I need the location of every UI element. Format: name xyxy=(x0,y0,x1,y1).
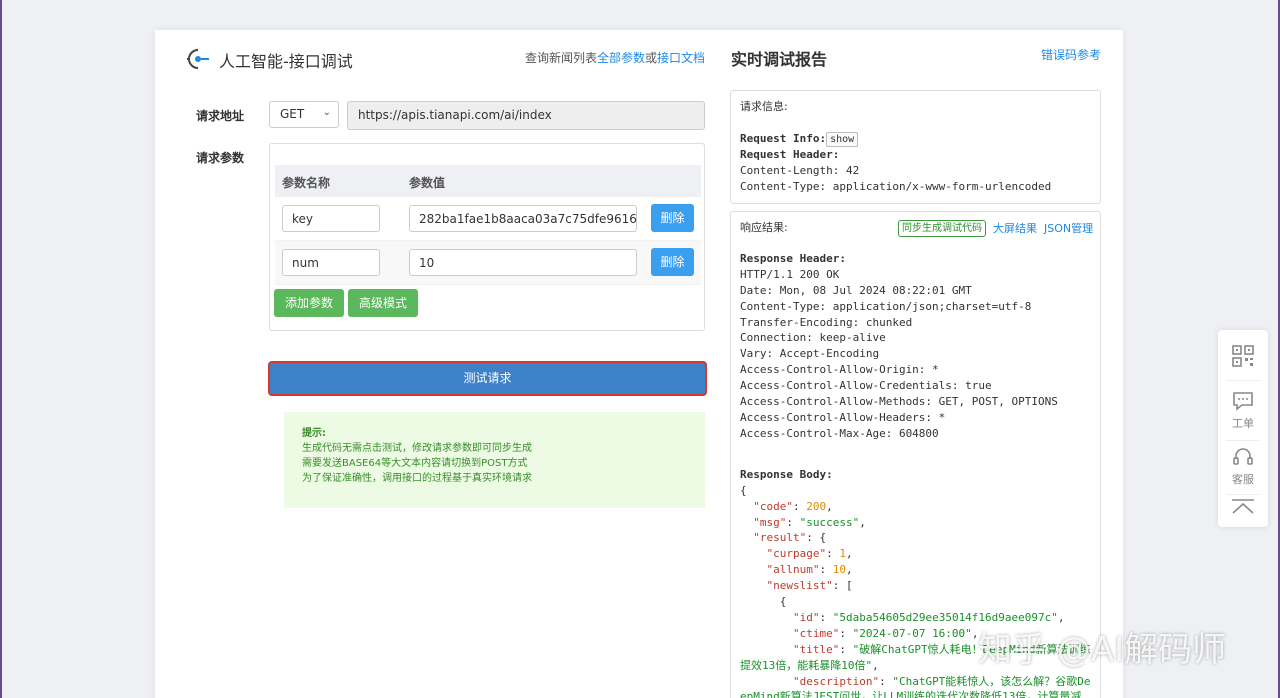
qrcode-button[interactable] xyxy=(1218,344,1268,371)
method-select[interactable]: GET ⌄ xyxy=(269,101,339,128)
side-divider xyxy=(1226,494,1260,495)
json-line: "allnum": 10, xyxy=(766,563,853,577)
request-info-key: Request Info: xyxy=(740,132,827,145)
response-body-label: Response Body: xyxy=(740,467,833,481)
json-line: "code": 200, xyxy=(753,499,833,513)
delete-param-button[interactable]: 删除 xyxy=(651,204,694,232)
watermark: 知乎 @AI解码师 xyxy=(978,630,1227,670)
response-header-line: Access-Control-Allow-Origin: * xyxy=(740,363,939,377)
json-line: { xyxy=(740,483,747,497)
qrcode-icon xyxy=(1232,345,1254,367)
back-to-top-icon xyxy=(1232,499,1254,514)
tip-line: 需要发送BASE64等大文本内容请切换到POST方式 xyxy=(302,458,528,469)
side-divider xyxy=(1226,440,1260,441)
response-header-label: Response Header: xyxy=(740,251,846,265)
show-button[interactable]: show xyxy=(826,132,859,147)
response-header-line: HTTP/1.1 200 OK xyxy=(740,267,840,281)
json-line: { xyxy=(740,595,787,609)
params-table-header: 参数名称 参数值 xyxy=(275,165,701,197)
tips-box: 提示: 生成代码无需点击测试，修改请求参数即可同步生成 需要发送BASE64等大… xyxy=(284,412,705,508)
report-title: 实时调试报告 xyxy=(731,50,828,69)
api-logo-icon xyxy=(187,49,209,69)
request-info-panel: 请求信息: Request Info: show Request Header: … xyxy=(730,90,1101,204)
response-header-line: Vary: Accept-Encoding xyxy=(740,347,880,361)
advanced-mode-button[interactable]: 高级模式 xyxy=(348,289,418,317)
response-header-line: Transfer-Encoding: chunked xyxy=(740,315,913,329)
response-header-line: Access-Control-Max-Age: 604800 xyxy=(740,426,939,440)
add-param-button[interactable]: 添加参数 xyxy=(274,289,344,317)
back-to-top-button[interactable] xyxy=(1218,498,1268,519)
headset-icon xyxy=(1233,448,1253,465)
url-input[interactable]: https://apis.tianapi.com/ai/index xyxy=(347,101,705,130)
window-edge-left xyxy=(0,0,2,698)
all-params-link[interactable]: 全部参数 xyxy=(597,51,645,65)
api-doc-link[interactable]: 接口文档 xyxy=(657,51,705,65)
param-name-input[interactable]: num xyxy=(282,249,380,276)
params-label: 请求参数 xyxy=(196,151,245,165)
json-line: "result": { xyxy=(753,531,827,545)
response-header-line: Date: Mon, 08 Jul 2024 08:22:01 GMT xyxy=(740,283,972,297)
big-screen-link[interactable]: 大屏结果 xyxy=(993,221,1037,237)
json-line: "newslist": [ xyxy=(766,579,853,593)
chat-bubble-icon xyxy=(1233,392,1253,411)
response-header-line: Access-Control-Allow-Credentials: true xyxy=(740,379,992,393)
tip-line: 生成代码无需点击测试，修改请求参数即可同步生成 xyxy=(302,443,532,454)
json-line: "description": "ChatGPT能耗惊人，该怎么解？谷歌DeepM… xyxy=(740,674,1091,698)
param-value-input[interactable]: 10 xyxy=(409,249,637,276)
request-header-label: Request Header: xyxy=(740,148,840,161)
response-header-line: Content-Type: application/json;charset=u… xyxy=(740,299,1032,313)
page-title: 人工智能-接口调试 xyxy=(219,52,353,71)
side-divider xyxy=(1226,380,1260,381)
delete-param-button[interactable]: 删除 xyxy=(651,248,694,276)
json-manage-link[interactable]: JSON管理 xyxy=(1044,221,1093,237)
error-code-link[interactable]: 错误码参考 xyxy=(1041,46,1101,63)
json-line: "curpage": 1, xyxy=(766,547,853,561)
json-line: "msg": "success", xyxy=(753,515,866,529)
request-info-label: 请求信息: xyxy=(740,100,788,113)
ticket-button[interactable]: 工单 xyxy=(1218,390,1268,431)
col-param-name: 参数名称 xyxy=(282,176,331,190)
query-prefix: 查询新闻列表 xyxy=(524,51,597,65)
table-row: num 10 删除 xyxy=(275,241,701,285)
tips-title: 提示: xyxy=(302,428,326,439)
query-description: 查询新闻列表全部参数或接口文档 xyxy=(525,49,705,66)
request-header-line: Content-Type: application/x-www-form-url… xyxy=(740,180,1052,193)
service-label: 客服 xyxy=(1232,473,1254,486)
response-header-line: Access-Control-Allow-Headers: * xyxy=(740,410,946,424)
response-header-line: Connection: keep-alive xyxy=(740,331,886,345)
response-header-line: Access-Control-Allow-Methods: GET, POST,… xyxy=(740,395,1058,409)
table-row: key 282ba1fae1b8aaca03a7c75dfe9616fb 删除 xyxy=(275,197,701,241)
params-box: 参数名称 参数值 key 282ba1fae1b8aaca03a7c75dfe9… xyxy=(269,143,705,331)
side-toolbar: 工单 客服 xyxy=(1218,330,1268,527)
param-value-input[interactable]: 282ba1fae1b8aaca03a7c75dfe9616fb xyxy=(409,205,637,232)
debug-card: 人工智能-接口调试 查询新闻列表全部参数或接口文档 实时调试报告 错误码参考 请… xyxy=(155,30,1123,698)
col-param-value: 参数值 xyxy=(409,176,446,190)
test-request-button[interactable]: 测试请求 xyxy=(268,361,707,396)
or-text: 或 xyxy=(644,51,657,65)
request-header-line: Content-Length: 42 xyxy=(740,164,860,177)
params-table: 参数名称 参数值 key 282ba1fae1b8aaca03a7c75dfe9… xyxy=(275,165,701,285)
tip-line: 为了保证准确性，调用接口的过程基于真实环境请求 xyxy=(302,473,532,484)
url-label: 请求地址 xyxy=(196,109,245,123)
method-value: GET xyxy=(280,107,305,121)
chevron-down-icon: ⌄ xyxy=(322,107,331,118)
param-name-input[interactable]: key xyxy=(282,205,380,232)
generate-code-button[interactable]: 同步生成调试代码 xyxy=(898,220,986,237)
ticket-label: 工单 xyxy=(1232,417,1254,430)
customer-service-button[interactable]: 客服 xyxy=(1218,446,1268,487)
